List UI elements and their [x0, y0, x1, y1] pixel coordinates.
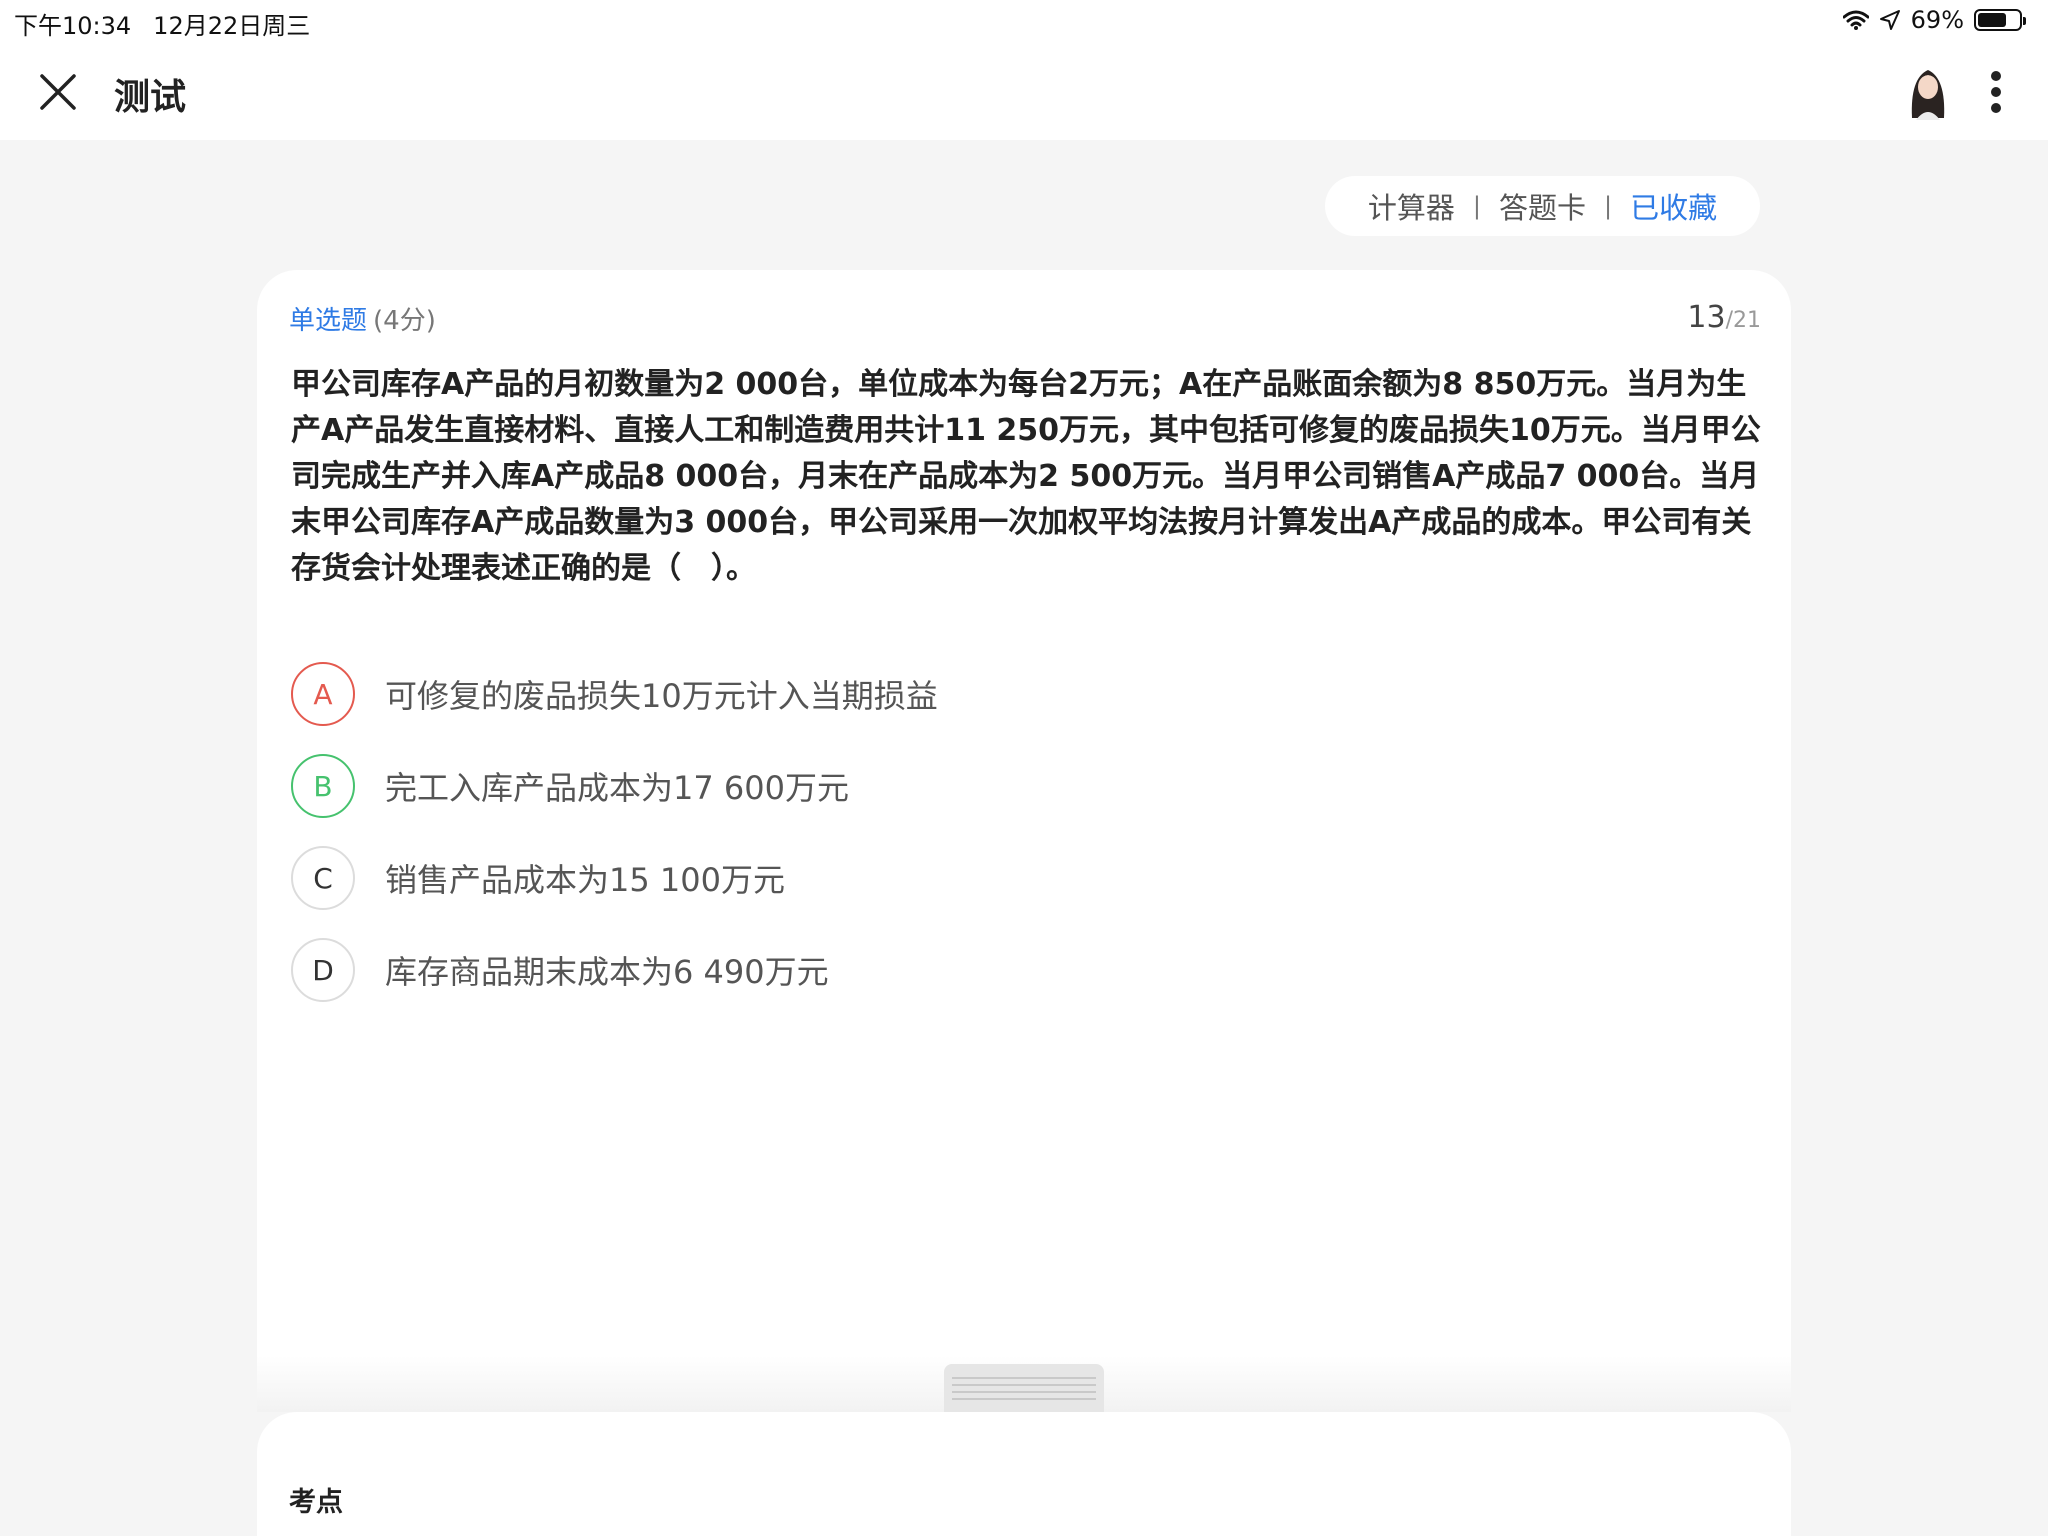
- question-toolbar: 计算器 | 答题卡 | 已收藏: [1325, 176, 1760, 236]
- drag-handle[interactable]: [944, 1364, 1104, 1412]
- drag-handle-line: [952, 1376, 1096, 1379]
- question-type: 单选题: [289, 306, 368, 336]
- drag-handle-line: [952, 1397, 1096, 1400]
- battery-level-fill: [1978, 13, 2006, 27]
- option-text: 可修复的废品损失10万元计入当期损益: [385, 677, 938, 715]
- option-d[interactable]: D 库存商品期末成本为6 490万元: [291, 924, 1691, 1016]
- option-letter: D: [291, 938, 355, 1002]
- avatar[interactable]: [1900, 60, 1956, 120]
- question-progress: 13/21: [1687, 300, 1761, 335]
- nav-bar: 测试: [0, 40, 2048, 140]
- answer-card-button[interactable]: 答题卡: [1499, 185, 1586, 227]
- location-arrow-icon: [1879, 10, 1900, 30]
- battery-percent: 69%: [1910, 6, 1964, 34]
- option-a[interactable]: A 可修复的废品损失10万元计入当期损益: [291, 648, 1691, 740]
- question-score: (4分): [373, 306, 436, 336]
- status-time: 下午10:34: [14, 12, 132, 40]
- drag-handle-line: [952, 1383, 1096, 1386]
- question-total: /21: [1725, 308, 1761, 333]
- more-vertical-icon: [1991, 71, 2001, 113]
- option-letter: A: [291, 662, 355, 726]
- option-letter: C: [291, 846, 355, 910]
- toolbar-separator: |: [1472, 192, 1481, 220]
- analysis-panel: 考点: [257, 1412, 1791, 1536]
- calculator-button[interactable]: 计算器: [1368, 185, 1455, 227]
- close-button[interactable]: [32, 66, 84, 118]
- status-bar: 下午10:34 12月22日周三 69%: [0, 0, 2048, 40]
- option-text: 完工入库产品成本为17 600万元: [385, 769, 849, 807]
- more-button[interactable]: [1974, 66, 2018, 118]
- question-current: 13: [1687, 300, 1726, 335]
- close-icon: [40, 74, 76, 110]
- favorite-button[interactable]: 已收藏: [1630, 185, 1717, 227]
- question-card: 单选题 (4分) 13/21 甲公司库存A产品的月初数量为2 000台，单位成本为…: [257, 270, 1791, 1360]
- analysis-title: 考点: [289, 1487, 343, 1518]
- wifi-icon: [1842, 10, 1869, 30]
- question-stem: 甲公司库存A产品的月初数量为2 000台，单位成本为每台2万元；A在产品账面余额…: [291, 367, 1761, 586]
- option-text: 库存商品期末成本为6 490万元: [385, 953, 829, 991]
- question-header: 单选题 (4分): [289, 300, 436, 337]
- page-title: 测试: [114, 77, 187, 118]
- option-c[interactable]: C 销售产品成本为15 100万元: [291, 832, 1691, 924]
- option-text: 销售产品成本为15 100万元: [385, 861, 785, 899]
- option-letter: B: [291, 754, 355, 818]
- option-b[interactable]: B 完工入库产品成本为17 600万元: [291, 740, 1691, 832]
- toolbar-separator: |: [1604, 192, 1613, 220]
- status-left: 下午10:34 12月22日周三: [14, 6, 310, 41]
- status-date: 12月22日周三: [153, 12, 311, 40]
- user-avatar-icon: [1900, 60, 1956, 120]
- option-list: A 可修复的废品损失10万元计入当期损益 B 完工入库产品成本为17 600万元…: [291, 648, 1691, 1016]
- battery-icon: [1974, 9, 2026, 31]
- status-right: 69%: [1842, 6, 2026, 34]
- drag-handle-line: [952, 1390, 1096, 1393]
